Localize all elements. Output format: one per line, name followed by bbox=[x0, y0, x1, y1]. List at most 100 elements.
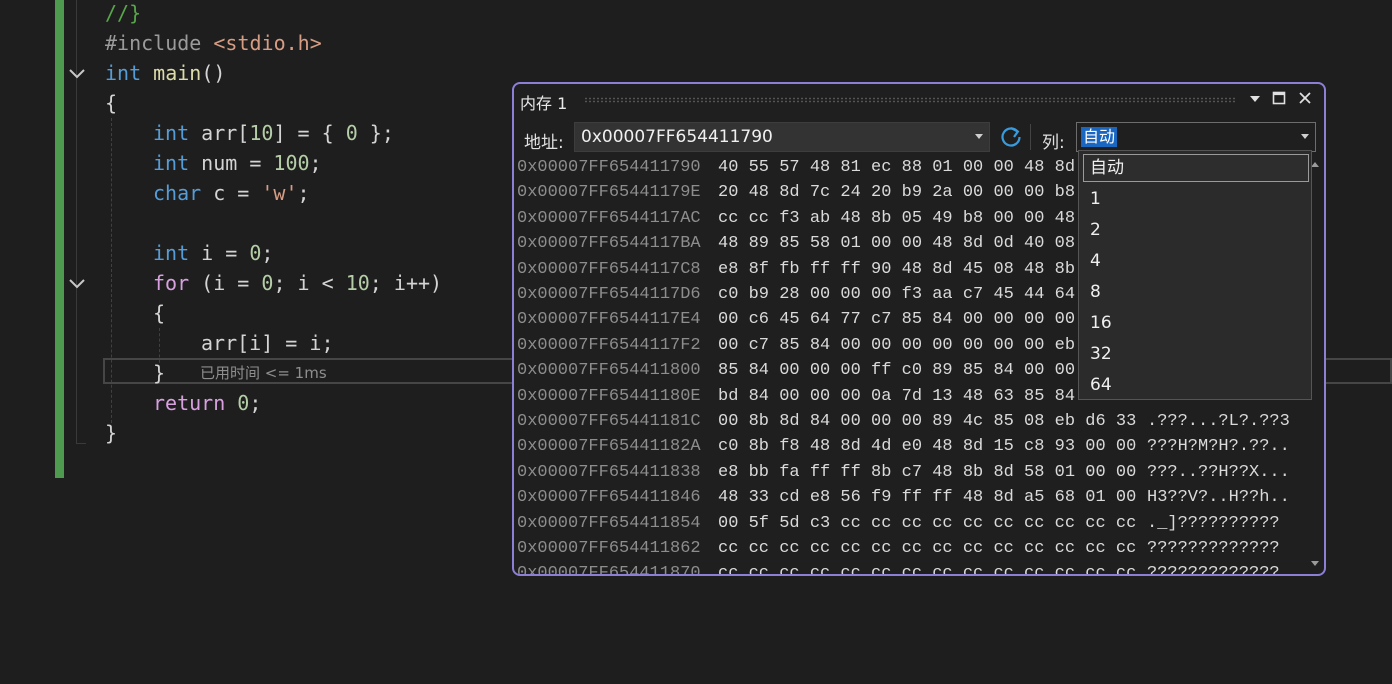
outline-guide-end bbox=[76, 443, 86, 444]
dropdown-option[interactable]: 1 bbox=[1080, 184, 1310, 215]
code-line-11[interactable]: { bbox=[153, 298, 165, 328]
memory-bytes[interactable]: 40 55 57 48 81 ec 88 01 00 00 48 8d bbox=[718, 154, 1075, 182]
memory-ascii[interactable]: ._]?????????? bbox=[1147, 510, 1280, 538]
preprocessor-token: #include bbox=[105, 31, 202, 55]
punctuation-token: < bbox=[309, 271, 346, 295]
memory-bytes[interactable]: 00 5f 5d c3 cc cc cc cc cc cc cc cc cc c… bbox=[718, 510, 1136, 538]
punctuation-token: = bbox=[225, 181, 262, 205]
number-token: 10 bbox=[345, 271, 370, 295]
address-value[interactable]: 0x00007FF654411790 bbox=[581, 127, 773, 147]
memory-bytes[interactable]: 00 c6 45 64 77 c7 85 84 00 00 00 00 bbox=[718, 306, 1075, 334]
code-line-15[interactable]: } bbox=[105, 418, 117, 448]
close-button[interactable] bbox=[1294, 89, 1316, 111]
memory-bytes[interactable]: e8 8f fb ff ff 90 48 8d 45 08 48 8b bbox=[718, 256, 1075, 284]
dropdown-option[interactable]: 64 bbox=[1080, 370, 1310, 401]
variable-token: arr bbox=[201, 121, 238, 145]
code-line-5[interactable]: int arr[10] = { 0 }; bbox=[153, 118, 394, 148]
memory-bytes[interactable]: e8 bb fa ff ff 8b c7 48 8b 8d 58 01 00 0… bbox=[718, 459, 1136, 487]
memory-ascii[interactable]: ???H?M?H?.??.. bbox=[1147, 433, 1290, 461]
columns-selected-value[interactable]: 自动 bbox=[1081, 127, 1118, 147]
collapse-chevron-icon[interactable] bbox=[68, 276, 86, 292]
memory-bytes[interactable]: c0 8b f8 48 8d 4d e0 48 8d 15 c8 93 00 0… bbox=[718, 433, 1136, 461]
code-line-13[interactable]: } bbox=[153, 358, 165, 388]
memory-bytes[interactable]: bd 84 00 00 00 0a 7d 13 48 63 85 84 bbox=[718, 383, 1075, 411]
columns-combobox[interactable]: 自动 bbox=[1076, 122, 1316, 152]
keyword-token: int bbox=[153, 241, 190, 265]
punctuation-token: ++) bbox=[405, 271, 443, 295]
memory-ascii[interactable]: .???...?L?.??3 bbox=[1147, 408, 1290, 436]
memory-ascii[interactable]: ????????????? bbox=[1147, 560, 1280, 574]
memory-address: 0x00007FF6544117D6 bbox=[517, 285, 701, 304]
drag-grip[interactable] bbox=[584, 97, 1236, 103]
code-line-7[interactable]: char c = 'w'; bbox=[153, 178, 310, 208]
code-line-3[interactable]: int main() bbox=[105, 58, 225, 88]
memory-bytes[interactable]: cc cc f3 ab 48 8b 05 49 b8 00 00 48 bbox=[718, 205, 1075, 233]
memory-bytes[interactable]: 48 33 cd e8 56 f9 ff ff 48 8d a5 68 01 0… bbox=[718, 484, 1136, 512]
variable-token: arr bbox=[201, 331, 238, 355]
code-line-6[interactable]: int num = 100; bbox=[153, 148, 322, 178]
collapse-chevron-icon[interactable] bbox=[68, 66, 86, 82]
keyword-token: int bbox=[153, 151, 190, 175]
address-combobox[interactable]: 0x00007FF654411790 bbox=[574, 122, 990, 152]
dropdown-option[interactable]: 4 bbox=[1080, 246, 1310, 277]
include-path-token: <stdio.h> bbox=[213, 31, 322, 55]
dropdown-option[interactable]: 32 bbox=[1080, 339, 1310, 370]
columns-dropdown-list[interactable]: 自动 1 2 4 8 16 32 64 bbox=[1078, 150, 1312, 400]
keyword-token: return bbox=[153, 391, 226, 415]
memory-bytes[interactable]: 85 84 00 00 00 ff c0 89 85 84 00 00 bbox=[718, 357, 1075, 385]
columns-label: 列: bbox=[1042, 133, 1065, 153]
memory-address: 0x00007FF6544117C8 bbox=[517, 259, 701, 279]
number-token: 10 bbox=[249, 121, 274, 145]
keyword-token: for bbox=[153, 271, 190, 295]
dropdown-option[interactable]: 16 bbox=[1080, 308, 1310, 339]
variable-token: i bbox=[249, 331, 262, 355]
punctuation-token: () bbox=[201, 61, 226, 85]
dropdown-option[interactable]: 8 bbox=[1080, 277, 1310, 308]
code-line-4[interactable]: { bbox=[105, 88, 117, 118]
punctuation-token: ; bbox=[249, 391, 262, 415]
memory-address: 0x00007FF65441180E bbox=[517, 386, 701, 406]
memory-ascii[interactable]: ????????????? bbox=[1147, 535, 1280, 563]
memory-address: 0x00007FF6544117E4 bbox=[517, 310, 701, 330]
punctuation-token: ; bbox=[321, 331, 334, 355]
memory-bytes[interactable]: cc cc cc cc cc cc cc cc cc cc cc cc cc c… bbox=[718, 560, 1136, 574]
maximize-icon bbox=[1272, 91, 1286, 105]
memory-bytes[interactable]: cc cc cc cc cc cc cc cc cc cc cc cc cc c… bbox=[718, 535, 1136, 563]
window-menu-button[interactable] bbox=[1244, 89, 1266, 111]
number-token: 0 bbox=[261, 271, 274, 295]
memory-bytes[interactable]: 20 48 8d 7c 24 20 b9 2a 00 00 00 b8 bbox=[718, 179, 1075, 207]
memory-ascii[interactable]: H3??V?..H??h.. bbox=[1147, 484, 1290, 512]
brace-token: { bbox=[153, 301, 166, 325]
chevron-down-icon[interactable] bbox=[1301, 134, 1309, 139]
close-icon bbox=[1299, 92, 1311, 104]
memory-address: 0x00007FF65441179E bbox=[517, 183, 701, 203]
code-line-1[interactable]: //} bbox=[105, 0, 141, 28]
memory-address: 0x00007FF654411790 bbox=[517, 158, 701, 177]
memory-bytes[interactable]: 48 89 85 58 01 00 00 48 8d 0d 40 08 bbox=[718, 230, 1075, 258]
keyword-token: char bbox=[153, 181, 202, 205]
dropdown-option[interactable]: 自动 bbox=[1083, 154, 1309, 182]
memory-address: 0x00007FF654411870 bbox=[517, 564, 701, 574]
code-line-2[interactable]: #include <stdio.h> bbox=[105, 28, 322, 58]
scroll-down-icon[interactable] bbox=[1311, 561, 1319, 566]
memory-ascii[interactable]: ???..??H??X... bbox=[1147, 459, 1290, 487]
code-line-10[interactable]: for (i = 0; i < 10; i++) bbox=[153, 268, 442, 298]
scroll-up-icon[interactable] bbox=[1311, 162, 1319, 167]
memory-window-title: 内存 1 bbox=[520, 94, 568, 113]
toolbar-separator bbox=[1030, 124, 1031, 150]
refresh-icon[interactable] bbox=[998, 124, 1024, 150]
punctuation-token: = bbox=[213, 241, 250, 265]
maximize-button[interactable] bbox=[1268, 89, 1290, 111]
dropdown-option[interactable]: 2 bbox=[1080, 215, 1310, 246]
memory-bytes[interactable]: 00 c7 85 84 00 00 00 00 00 00 00 eb bbox=[718, 332, 1075, 360]
code-line-12[interactable]: arr[i] = i; bbox=[201, 328, 333, 358]
punctuation-token: ; bbox=[261, 241, 274, 265]
memory-bytes[interactable]: 00 8b 8d 84 00 00 00 89 4c 85 08 eb d6 3… bbox=[718, 408, 1136, 436]
code-line-14[interactable]: return 0; bbox=[153, 388, 261, 418]
memory-bytes[interactable]: c0 b9 28 00 00 00 f3 aa c7 45 44 64 bbox=[718, 281, 1075, 309]
code-line-9[interactable]: int i = 0; bbox=[153, 238, 273, 268]
chevron-down-icon[interactable] bbox=[975, 134, 983, 139]
brace-token: } bbox=[153, 361, 166, 385]
memory-address: 0x00007FF654411846 bbox=[517, 488, 701, 508]
variable-token: num bbox=[201, 151, 238, 175]
